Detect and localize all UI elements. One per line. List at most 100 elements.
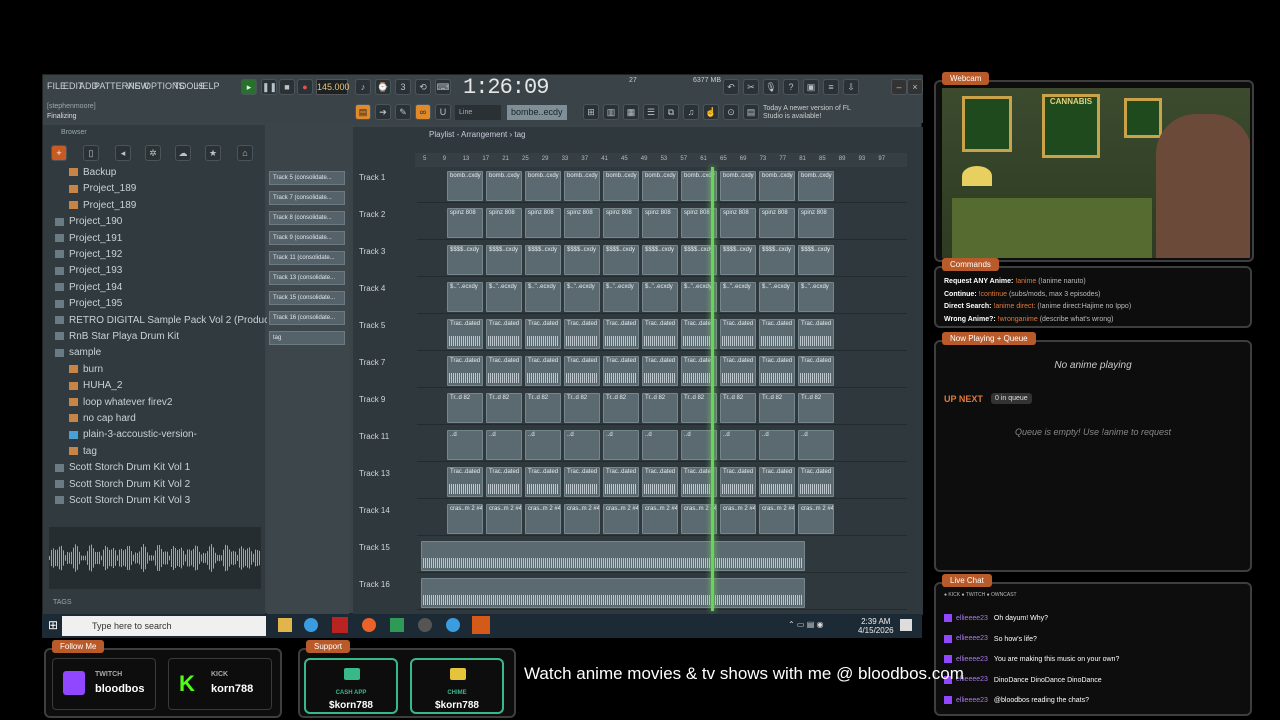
view-channel-rack-icon[interactable]: ⊞ bbox=[583, 104, 599, 120]
app-icon[interactable] bbox=[390, 618, 404, 632]
browser-item[interactable]: Project_191 bbox=[55, 231, 122, 247]
pattern-clip[interactable]: $.."..ecxdy bbox=[798, 282, 834, 312]
track-label[interactable]: Track 16 bbox=[359, 580, 390, 589]
pattern-clip[interactable]: Trac..dated bbox=[603, 319, 639, 349]
browser-add-icon[interactable]: + bbox=[51, 145, 67, 161]
view-browser-icon[interactable]: ☰ bbox=[643, 104, 659, 120]
pattern-clip[interactable]: Trac..dated bbox=[603, 356, 639, 386]
windows-start-icon[interactable]: ⊞ bbox=[48, 618, 58, 632]
pattern-clip[interactable]: bomb..cxdy bbox=[603, 171, 639, 201]
pattern-clip[interactable]: bomb..cxdy bbox=[447, 171, 483, 201]
view-plugin-icon[interactable]: ⧉ bbox=[663, 104, 679, 120]
track-lane[interactable]: bomb..cxdy bomb..cxdy bomb..cxdy bomb..cxdy… bbox=[417, 169, 907, 203]
help-icon[interactable]: ? bbox=[783, 79, 799, 95]
browser-item[interactable]: Project_190 bbox=[55, 214, 122, 230]
pattern-clip[interactable]: Tr..d 82 bbox=[798, 393, 834, 423]
pattern-clip[interactable]: Trac..dated bbox=[642, 467, 678, 497]
track-lane[interactable]: Trac..dated Trac..dated Trac..dated Trac..d… bbox=[417, 354, 907, 388]
pencil-icon[interactable]: ✎ bbox=[395, 104, 411, 120]
pattern-clip[interactable]: spinz 808 bbox=[447, 208, 483, 238]
track-label[interactable]: Track 4 bbox=[359, 284, 385, 293]
browser-item[interactable]: Backup bbox=[69, 165, 116, 181]
browser-item[interactable]: plain-3-accoustic-version- bbox=[69, 427, 197, 443]
pattern-clip[interactable]: spinz 808 bbox=[720, 208, 756, 238]
pattern-clip[interactable]: $.."..ecxdy bbox=[486, 282, 522, 312]
taskbar-clock[interactable]: 2:39 AM 4/15/2026 bbox=[858, 617, 894, 635]
pattern-clip[interactable]: Trac..dated bbox=[798, 467, 834, 497]
pattern-clip[interactable]: spinz 808 bbox=[486, 208, 522, 238]
browser-item[interactable]: Scott Storch Drum Kit Vol 2 bbox=[55, 477, 190, 493]
pattern-clip[interactable] bbox=[421, 541, 805, 571]
timeline-ruler[interactable]: 5 9 13 17 21 25 29 33 37 41 45 49 53 57 61 65 69 73 77 81 85… bbox=[415, 153, 907, 167]
view-store-icon[interactable]: ▤ bbox=[743, 104, 759, 120]
news-message[interactable]: Today A newer version of FL Studio is av… bbox=[763, 105, 853, 121]
pattern-clip[interactable]: ..d bbox=[642, 430, 678, 460]
pattern-clip[interactable]: bomb..cxdy bbox=[486, 171, 522, 201]
track-lane[interactable]: Trac..dated Trac..dated Trac..dated Trac..d… bbox=[417, 465, 907, 499]
step-edit-icon[interactable]: ⌨ bbox=[435, 79, 451, 95]
browser-item[interactable]: Scott Storch Drum Kit Vol 3 bbox=[55, 493, 190, 509]
track-lane[interactable]: Tr..d 82 Tr..d 82 Tr..d 82 Tr..d 82 Tr..d 82… bbox=[417, 391, 907, 425]
record-icon[interactable]: ● bbox=[297, 79, 313, 95]
browser-file-icon[interactable]: ▯ bbox=[83, 145, 99, 161]
pattern-clip[interactable]: spinz 808 bbox=[798, 208, 834, 238]
pattern-clip[interactable]: spinz 808 bbox=[642, 208, 678, 238]
track-label[interactable]: Track 9 bbox=[359, 395, 385, 404]
pattern-clip[interactable]: Trac..dated bbox=[798, 319, 834, 349]
cut-icon[interactable]: ✂ bbox=[743, 79, 759, 95]
song-mode-button[interactable]: ▸ bbox=[241, 79, 257, 95]
pattern-clip[interactable]: $.."..ecxdy bbox=[564, 282, 600, 312]
browser-plugin-icon[interactable]: ✲ bbox=[145, 145, 161, 161]
picker-item[interactable]: Track 7 (consolidate... bbox=[269, 191, 345, 205]
cashapp-card[interactable]: CASH APP $korn788 bbox=[304, 658, 398, 714]
pattern-clip[interactable]: bomb..cxdy bbox=[759, 171, 795, 201]
pattern-clip[interactable] bbox=[421, 578, 805, 608]
pattern-clip[interactable]: Trac..dated bbox=[564, 319, 600, 349]
system-tray-icons[interactable]: ⌃ ▭ ▤ ◉ bbox=[788, 620, 823, 629]
picker-item[interactable]: Track 13 (consolidate... bbox=[269, 271, 345, 285]
pattern-clip[interactable]: $$$$..cxdy bbox=[564, 245, 600, 275]
pattern-clip[interactable]: Trac..dated bbox=[720, 467, 756, 497]
pattern-clip[interactable]: $$$$..cxdy bbox=[525, 245, 561, 275]
browser-cloud-icon[interactable]: ☁ bbox=[175, 145, 191, 161]
snap-select[interactable]: Line bbox=[455, 105, 501, 120]
view-mixer-icon[interactable]: ▥ bbox=[603, 104, 619, 120]
pattern-clip[interactable]: cras..m 2 #4 bbox=[447, 504, 483, 534]
pattern-clip[interactable]: cras..m 2 #4 bbox=[603, 504, 639, 534]
track-lane[interactable] bbox=[417, 576, 907, 610]
pattern-clip[interactable]: ..d bbox=[447, 430, 483, 460]
track-label[interactable]: Track 5 bbox=[359, 321, 385, 330]
browser-item[interactable]: Project_194 bbox=[55, 280, 122, 296]
pattern-clip[interactable]: Trac..dated bbox=[525, 356, 561, 386]
browser-item[interactable]: Project_195 bbox=[55, 296, 122, 312]
tempo-display[interactable]: 145.000 bbox=[316, 79, 350, 95]
pattern-clip[interactable]: $$$$..cxdy bbox=[642, 245, 678, 275]
track-label[interactable]: Track 7 bbox=[359, 358, 385, 367]
track-label[interactable]: Track 3 bbox=[359, 247, 385, 256]
stop-icon[interactable]: ■ bbox=[279, 79, 295, 95]
save-icon[interactable]: ▣ bbox=[803, 79, 819, 95]
play-icon[interactable]: ❚❚ bbox=[261, 79, 277, 95]
pattern-clip[interactable]: $.."..ecxdy bbox=[447, 282, 483, 312]
track-label[interactable]: Track 14 bbox=[359, 506, 390, 515]
pattern-clip[interactable]: $.."..ecxdy bbox=[642, 282, 678, 312]
pattern-clip[interactable]: cras..m 2 #4 bbox=[642, 504, 678, 534]
pattern-clip[interactable]: Tr..d 82 bbox=[486, 393, 522, 423]
menu-help[interactable]: HELP bbox=[196, 81, 220, 91]
pattern-clip[interactable]: spinz 808 bbox=[603, 208, 639, 238]
picker-item[interactable]: Track 11 (consolidate... bbox=[269, 251, 345, 265]
mixer-icon[interactable]: ≡ bbox=[823, 79, 839, 95]
pattern-clip[interactable]: Trac..dated bbox=[447, 356, 483, 386]
browser-item[interactable]: RnB Star Playa Drum Kit bbox=[55, 329, 179, 345]
track-label[interactable]: Track 2 bbox=[359, 210, 385, 219]
pattern-clip[interactable]: $$$$..cxdy bbox=[447, 245, 483, 275]
wait-icon[interactable]: ⌚ bbox=[375, 79, 391, 95]
picker-item[interactable]: Track 9 (consolidate... bbox=[269, 231, 345, 245]
track-lane[interactable]: cras..m 2 #4 cras..m 2 #4 cras..m 2 #4 cras… bbox=[417, 502, 907, 536]
browser-star-icon[interactable]: ★ bbox=[205, 145, 221, 161]
fl-studio-taskbar-icon[interactable] bbox=[472, 616, 490, 634]
pattern-clip[interactable]: cras..m 2 #4 bbox=[759, 504, 795, 534]
pattern-clip[interactable]: cras..m 2 #4 bbox=[720, 504, 756, 534]
picker-item[interactable]: tag bbox=[269, 331, 345, 345]
pattern-clip[interactable]: $$$$..cxdy bbox=[720, 245, 756, 275]
